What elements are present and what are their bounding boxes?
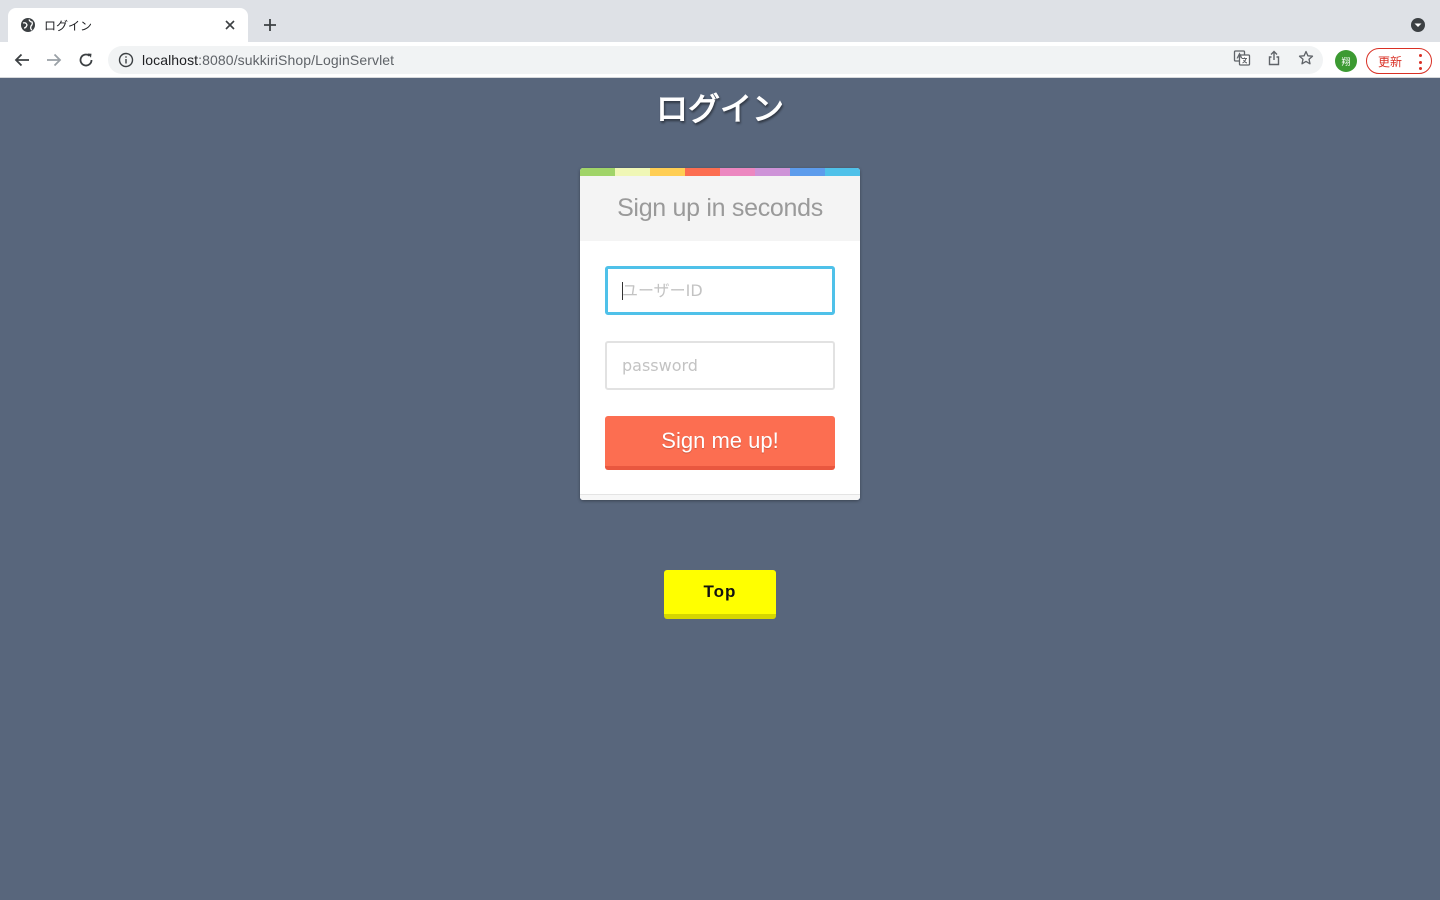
color-stripe-segment [755, 168, 790, 176]
password-input[interactable] [605, 341, 835, 390]
login-form: Sign up in seconds Sign me up! [580, 168, 860, 500]
globe-icon [20, 17, 36, 33]
color-stripe-segment [580, 168, 615, 176]
forward-arrow-icon[interactable] [42, 48, 66, 72]
color-stripe-segment [650, 168, 685, 176]
browser-toolbar: localhost:8080/sukkiriShop/LoginServlet … [0, 42, 1440, 78]
tab-strip: ログイン [0, 0, 1440, 42]
close-icon[interactable] [222, 17, 238, 33]
color-stripe-segment [720, 168, 755, 176]
tab-title: ログイン [44, 18, 93, 33]
bookmark-star-icon[interactable] [1296, 48, 1316, 68]
form-header: Sign up in seconds [580, 176, 860, 241]
sign-up-button[interactable]: Sign me up! [605, 416, 835, 470]
color-stripe-segment [790, 168, 825, 176]
color-stripe [580, 168, 860, 176]
info-icon[interactable] [118, 52, 134, 68]
color-stripe-segment [685, 168, 720, 176]
update-button[interactable]: 更新 [1366, 48, 1432, 74]
text-caret [622, 282, 623, 300]
tab-search-icon[interactable] [1408, 15, 1428, 35]
translate-icon[interactable] [1232, 48, 1252, 68]
reload-icon[interactable] [74, 48, 98, 72]
form-heading: Sign up in seconds [617, 194, 823, 222]
browser-tab[interactable]: ログイン [8, 8, 248, 42]
back-arrow-icon[interactable] [10, 48, 34, 72]
address-bar[interactable]: localhost:8080/sukkiriShop/LoginServlet [108, 46, 1323, 74]
update-label: 更新 [1378, 54, 1403, 69]
url-text: localhost:8080/sukkiriShop/LoginServlet [142, 52, 394, 68]
color-stripe-segment [825, 168, 860, 176]
plus-icon[interactable] [258, 13, 282, 37]
form-footer-divider [580, 494, 860, 500]
profile-avatar[interactable]: 翔 [1335, 50, 1357, 72]
share-icon[interactable] [1264, 48, 1284, 68]
url-path: :8080/sukkiriShop/LoginServlet [198, 52, 395, 68]
more-vertical-icon [1418, 54, 1422, 70]
color-stripe-segment [615, 168, 650, 176]
url-host: localhost [142, 52, 199, 68]
userid-input[interactable] [605, 266, 835, 315]
page-title: ログイン [655, 90, 784, 128]
top-button[interactable]: Top [664, 570, 776, 619]
